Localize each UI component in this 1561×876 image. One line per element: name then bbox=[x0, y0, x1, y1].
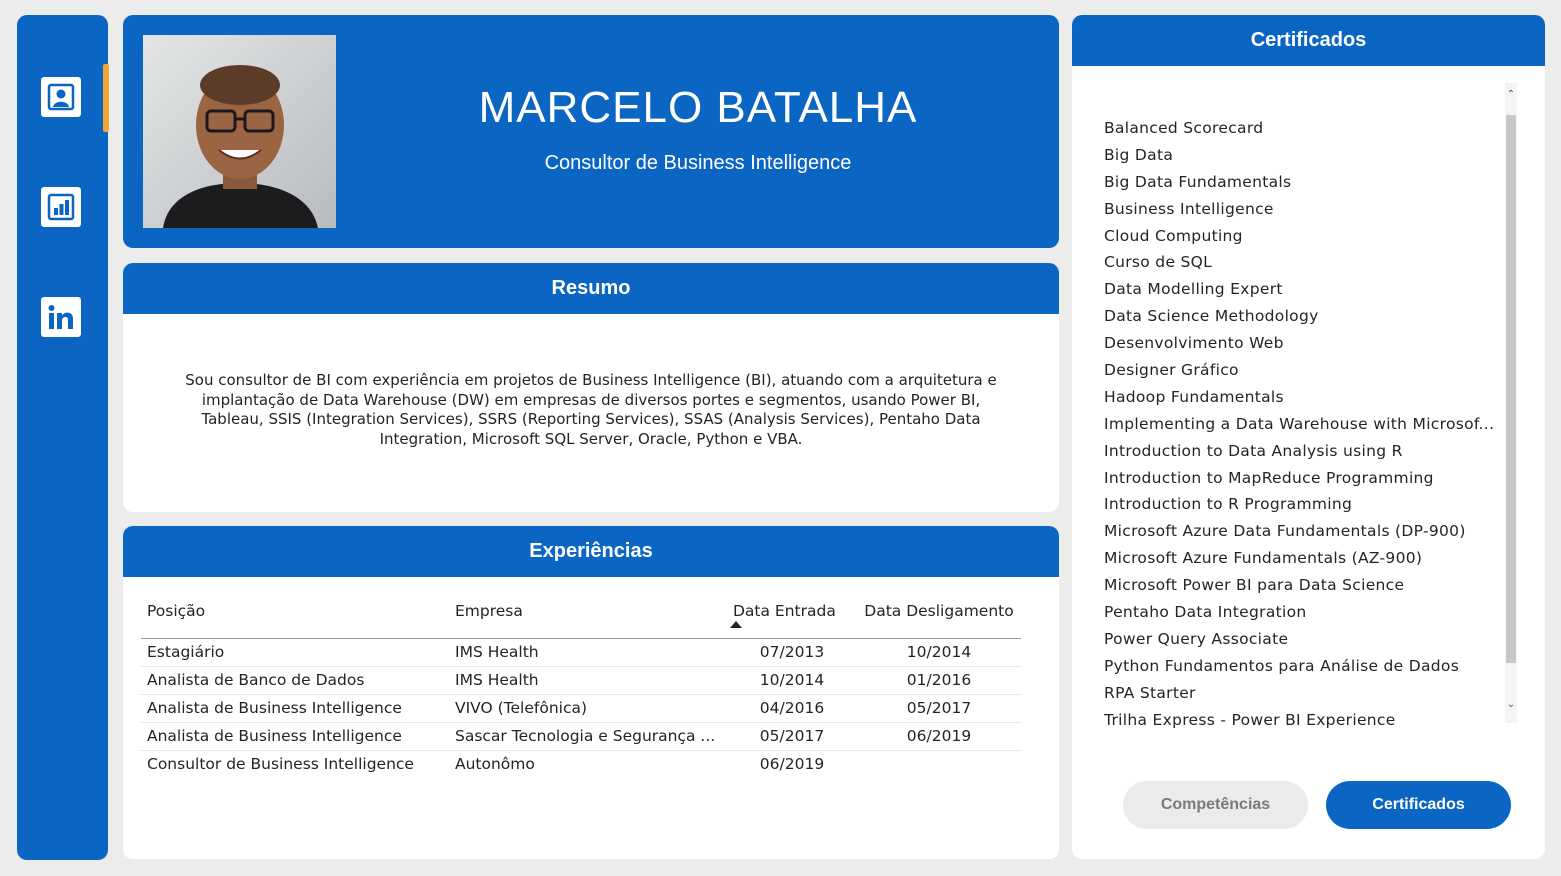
scroll-down-icon[interactable]: ⌄ bbox=[1505, 699, 1517, 710]
table-row[interactable]: Analista de Banco de Dados IMS Health 10… bbox=[141, 666, 1021, 695]
cell-data-entrada: 05/2017 bbox=[727, 722, 857, 751]
list-item[interactable]: Balanced Scorecard bbox=[1104, 115, 1499, 142]
experience-table: Posição Empresa Data Entrada Data Deslig… bbox=[141, 600, 1021, 778]
list-item[interactable]: Big Data Fundamentals bbox=[1104, 169, 1499, 196]
cell-data-desligamento bbox=[857, 750, 1021, 778]
experience-card: Experiências Posição Empresa Data Entrad… bbox=[123, 526, 1059, 859]
linkedin-icon[interactable] bbox=[41, 297, 81, 337]
list-item[interactable]: Desenvolvimento Web bbox=[1104, 330, 1499, 357]
certificates-title: Certificados bbox=[1072, 15, 1545, 66]
list-item[interactable]: Microsoft Azure Fundamentals (AZ-900) bbox=[1104, 545, 1499, 572]
table-row[interactable]: Estagiário IMS Health 07/2013 10/2014 bbox=[141, 638, 1021, 667]
list-item[interactable]: Implementing a Data Warehouse with Micro… bbox=[1104, 411, 1499, 438]
list-item[interactable]: RPA Starter bbox=[1104, 680, 1499, 707]
table-row[interactable]: Consultor de Business Intelligence Auton… bbox=[141, 750, 1021, 778]
profile-icon[interactable] bbox=[41, 77, 81, 117]
bar-chart-icon[interactable] bbox=[41, 187, 81, 227]
certificates-list: Balanced Scorecard Big Data Big Data Funda… bbox=[1104, 115, 1499, 733]
experience-title: Experiências bbox=[123, 526, 1059, 577]
list-item[interactable]: Big Data bbox=[1104, 142, 1499, 169]
list-item[interactable]: Designer Gráfico bbox=[1104, 357, 1499, 384]
list-item[interactable]: Introduction to Data Analysis using R bbox=[1104, 438, 1499, 465]
cell-data-entrada: 07/2013 bbox=[727, 638, 857, 667]
column-header-data-entrada-label: Data Entrada bbox=[733, 602, 836, 620]
profile-photo bbox=[143, 35, 336, 228]
list-item[interactable]: Microsoft Azure Data Fundamentals (DP-90… bbox=[1104, 518, 1499, 545]
table-row[interactable]: Analista de Business Intelligence Sascar… bbox=[141, 722, 1021, 751]
cell-data-desligamento: 10/2014 bbox=[857, 638, 1021, 667]
certificates-card: Certificados Balanced Scorecard Big Data B… bbox=[1072, 15, 1545, 859]
column-header-posicao[interactable]: Posição bbox=[141, 600, 449, 639]
cell-data-entrada: 04/2016 bbox=[727, 694, 857, 723]
sort-ascending-icon bbox=[730, 621, 742, 628]
cell-posicao: Analista de Banco de Dados bbox=[141, 666, 449, 695]
summary-text: Sou consultor de BI com experiência em p… bbox=[185, 371, 997, 448]
competencias-button[interactable]: Competências bbox=[1123, 781, 1308, 829]
profile-header: MARCELO BATALHA Consultor de Business In… bbox=[123, 15, 1059, 248]
active-nav-indicator bbox=[103, 64, 109, 132]
cell-posicao: Analista de Business Intelligence bbox=[141, 694, 449, 723]
cell-empresa: Sascar Tecnologia e Segurança ... bbox=[449, 722, 727, 751]
list-item[interactable]: Pentaho Data Integration bbox=[1104, 599, 1499, 626]
table-row[interactable]: Analista de Business Intelligence VIVO (… bbox=[141, 694, 1021, 723]
cell-data-desligamento: 06/2019 bbox=[857, 722, 1021, 751]
scroll-thumb[interactable] bbox=[1506, 115, 1516, 663]
summary-title: Resumo bbox=[123, 263, 1059, 314]
list-item[interactable]: Introduction to R Programming bbox=[1104, 491, 1499, 518]
list-item[interactable]: Data Modelling Expert bbox=[1104, 276, 1499, 303]
list-item[interactable]: Business Intelligence bbox=[1104, 196, 1499, 223]
column-header-data-desligamento[interactable]: Data Desligamento bbox=[857, 600, 1021, 639]
cell-data-entrada: 10/2014 bbox=[727, 666, 857, 695]
list-item[interactable]: Hadoop Fundamentals bbox=[1104, 384, 1499, 411]
certificados-button[interactable]: Certificados bbox=[1326, 781, 1511, 829]
cell-empresa: Autonômo bbox=[455, 755, 535, 774]
cell-data-desligamento: 01/2016 bbox=[857, 666, 1021, 695]
column-header-data-entrada[interactable]: Data Entrada bbox=[727, 600, 857, 639]
list-item[interactable]: Data Science Methodology bbox=[1104, 303, 1499, 330]
cell-posicao: Analista de Business Intelligence bbox=[141, 722, 449, 751]
column-header-empresa[interactable]: Empresa bbox=[449, 600, 727, 639]
cell-data-desligamento: 05/2017 bbox=[857, 694, 1021, 723]
cell-data-entrada: 06/2019 bbox=[759, 755, 825, 774]
list-item[interactable]: Curso de SQL bbox=[1104, 249, 1499, 276]
list-item[interactable]: Microsoft Power BI para Data Science bbox=[1104, 572, 1499, 599]
cell-empresa: IMS Health bbox=[449, 666, 727, 695]
summary-card: Resumo Sou consultor de BI com experiênc… bbox=[123, 263, 1059, 512]
list-item[interactable]: Trilha Express - Power BI Experience bbox=[1104, 707, 1499, 734]
certificates-scrollbar[interactable]: ⌃ ⌄ bbox=[1505, 83, 1517, 723]
list-item[interactable]: Python Fundamentos para Análise de Dados bbox=[1104, 653, 1499, 680]
side-nav bbox=[17, 15, 108, 860]
list-item[interactable]: Power Query Associate bbox=[1104, 626, 1499, 653]
scroll-up-icon[interactable]: ⌃ bbox=[1505, 89, 1517, 100]
cell-posicao: Consultor de Business Intelligence bbox=[147, 755, 414, 774]
profile-subtitle: Consultor de Business Intelligence bbox=[544, 152, 852, 174]
cell-posicao: Estagiário bbox=[141, 638, 449, 667]
list-item[interactable]: Introduction to MapReduce Programming bbox=[1104, 465, 1499, 492]
profile-name: MARCELO BATALHA bbox=[478, 83, 918, 132]
cell-empresa: VIVO (Telefônica) bbox=[449, 694, 727, 723]
cell-empresa: IMS Health bbox=[449, 638, 727, 667]
list-item[interactable]: Cloud Computing bbox=[1104, 223, 1499, 250]
